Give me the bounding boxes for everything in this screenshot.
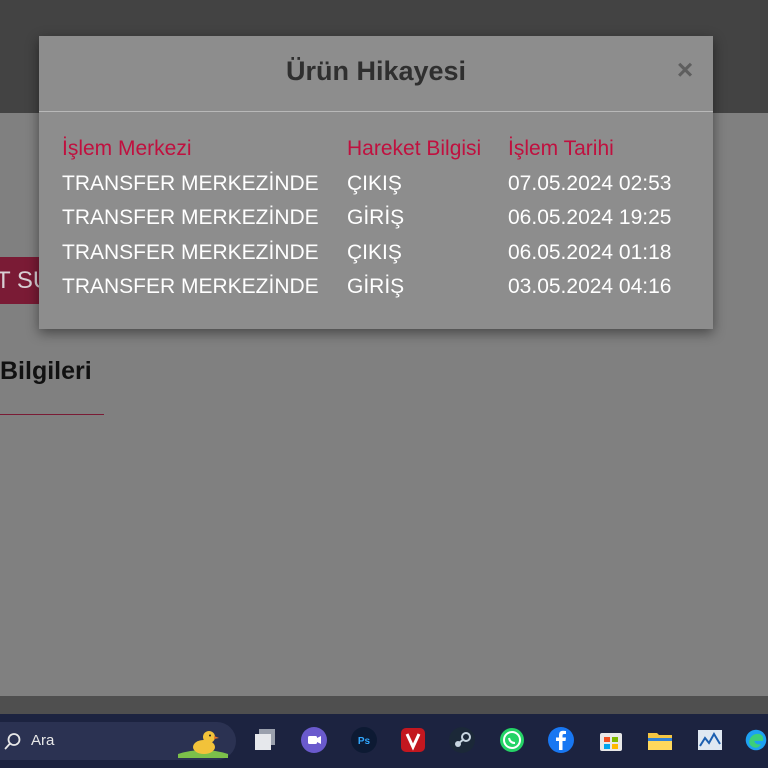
column-header-movement: Hareket Bilgisi	[347, 137, 482, 160]
cell-date: 06.05.2024 19:25	[508, 206, 672, 229]
page-bottom-strip	[0, 696, 768, 714]
column-header-center: İşlem Merkezi	[62, 137, 192, 160]
cell-date: 07.05.2024 02:53	[508, 172, 672, 195]
steam-icon[interactable]	[447, 725, 477, 755]
taskbar: Ara Ps	[0, 714, 768, 768]
product-history-modal: Ürün Hikayesi × İşlem Merkezi Hareket Bi…	[39, 36, 713, 329]
close-icon[interactable]: ×	[672, 56, 698, 84]
search-input[interactable]: Ara	[31, 732, 54, 749]
cell-center: TRANSFER MERKEZİNDE	[62, 275, 319, 298]
cell-date: 03.05.2024 04:16	[508, 275, 672, 298]
heading-underline	[0, 414, 104, 415]
modal-header: Ürün Hikayesi ×	[39, 36, 713, 112]
cell-movement: GİRİŞ	[347, 206, 405, 229]
cell-movement: ÇIKIŞ	[347, 241, 402, 264]
teams-icon[interactable]	[299, 725, 329, 755]
cell-center: TRANSFER MERKEZİNDE	[62, 206, 319, 229]
taskbar-search-box[interactable]: Ara	[0, 722, 236, 760]
search-icon	[4, 733, 21, 750]
edge-icon[interactable]	[744, 725, 768, 755]
modal-title: Ürün Hikayesi	[285, 56, 467, 86]
background-heading: Bilgileri	[0, 357, 92, 385]
column-header-date: İşlem Tarihi	[508, 137, 614, 160]
cell-movement: ÇIKIŞ	[347, 172, 402, 195]
svg-text:Ps: Ps	[358, 736, 371, 747]
task-view-icon[interactable]	[250, 725, 280, 755]
store-icon[interactable]	[596, 725, 626, 755]
cell-date: 06.05.2024 01:18	[508, 241, 672, 264]
duck-icon	[178, 731, 228, 758]
whatsapp-icon[interactable]	[497, 725, 527, 755]
vivaldi-icon[interactable]	[398, 725, 428, 755]
file-explorer-icon[interactable]	[645, 725, 675, 755]
cell-center: TRANSFER MERKEZİNDE	[62, 241, 319, 264]
photoshop-icon[interactable]: Ps	[349, 725, 379, 755]
stock-chart-icon[interactable]	[695, 725, 725, 755]
cell-center: TRANSFER MERKEZİNDE	[62, 172, 319, 195]
facebook-icon[interactable]	[546, 725, 576, 755]
cell-movement: GİRİŞ	[347, 275, 405, 298]
